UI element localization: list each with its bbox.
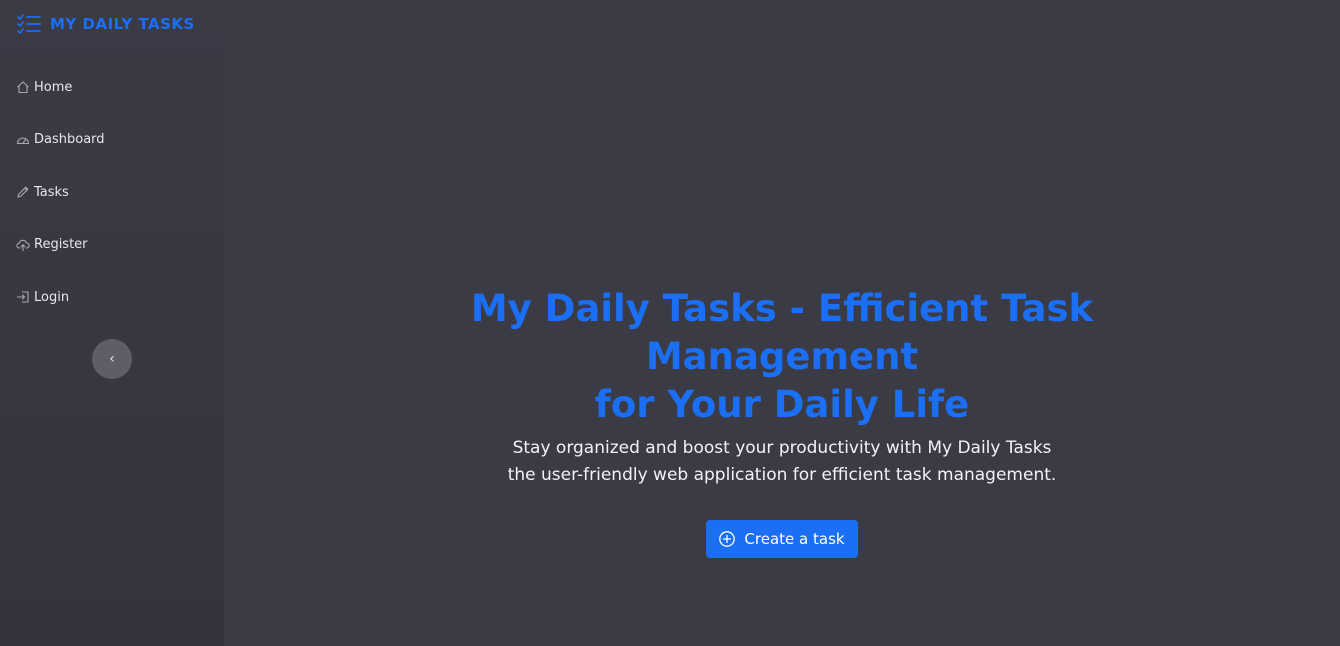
sidebar-item-label: Register — [34, 237, 88, 252]
home-icon — [16, 80, 30, 94]
sidebar-item-label: Login — [34, 289, 70, 305]
main-content: My Daily Tasks - Efficient Task Manageme… — [224, 0, 1340, 646]
hero-section: My Daily Tasks - Efficient Task Manageme… — [224, 285, 1340, 558]
sidebar-item-label: Home — [34, 79, 73, 95]
sidebar-item-dashboard[interactable]: Dashboard — [16, 127, 105, 153]
hero-title-line: Management — [645, 335, 919, 378]
create-task-button[interactable]: Create a task — [706, 520, 858, 558]
hero-subtitle-line: the user-friendly web application for ef… — [507, 465, 1057, 485]
pencil-icon — [16, 185, 30, 199]
sidebar-collapse-button[interactable]: ‹ — [92, 339, 132, 379]
create-task-label: Create a task — [744, 530, 845, 548]
checklist-icon — [16, 13, 42, 35]
sidebar-item-register[interactable]: Register — [16, 232, 105, 258]
hero-title-line: My Daily Tasks - Efficient Task — [470, 287, 1094, 330]
login-icon — [16, 290, 30, 304]
plus-circle-icon — [718, 530, 736, 548]
hero-title: My Daily Tasks - Efficient Task Manageme… — [224, 285, 1340, 429]
app-layout: MY DAILY TASKS Home Dashboard Tasks Regi… — [0, 0, 1340, 646]
speedometer-icon — [16, 133, 30, 147]
sidebar-item-login[interactable]: Login — [16, 284, 105, 310]
sidebar-item-tasks[interactable]: Tasks — [16, 179, 105, 205]
cloud-upload-icon — [16, 238, 30, 252]
brand-logo[interactable]: MY DAILY TASKS — [16, 13, 195, 35]
sidebar-item-label: Dashboard — [34, 132, 105, 147]
sidebar-nav: Home Dashboard Tasks Register Login — [16, 74, 105, 337]
sidebar-item-label: Tasks — [34, 184, 69, 200]
chevron-left-icon: ‹ — [109, 351, 115, 367]
sidebar-item-home[interactable]: Home — [16, 74, 105, 100]
sidebar: MY DAILY TASKS Home Dashboard Tasks Regi… — [0, 0, 224, 646]
hero-title-line: for Your Daily Life — [594, 383, 970, 426]
hero-subtitle: Stay organized and boost your productivi… — [224, 435, 1340, 489]
hero-subtitle-line: Stay organized and boost your productivi… — [512, 438, 1052, 458]
brand-title: MY DAILY TASKS — [50, 15, 195, 33]
